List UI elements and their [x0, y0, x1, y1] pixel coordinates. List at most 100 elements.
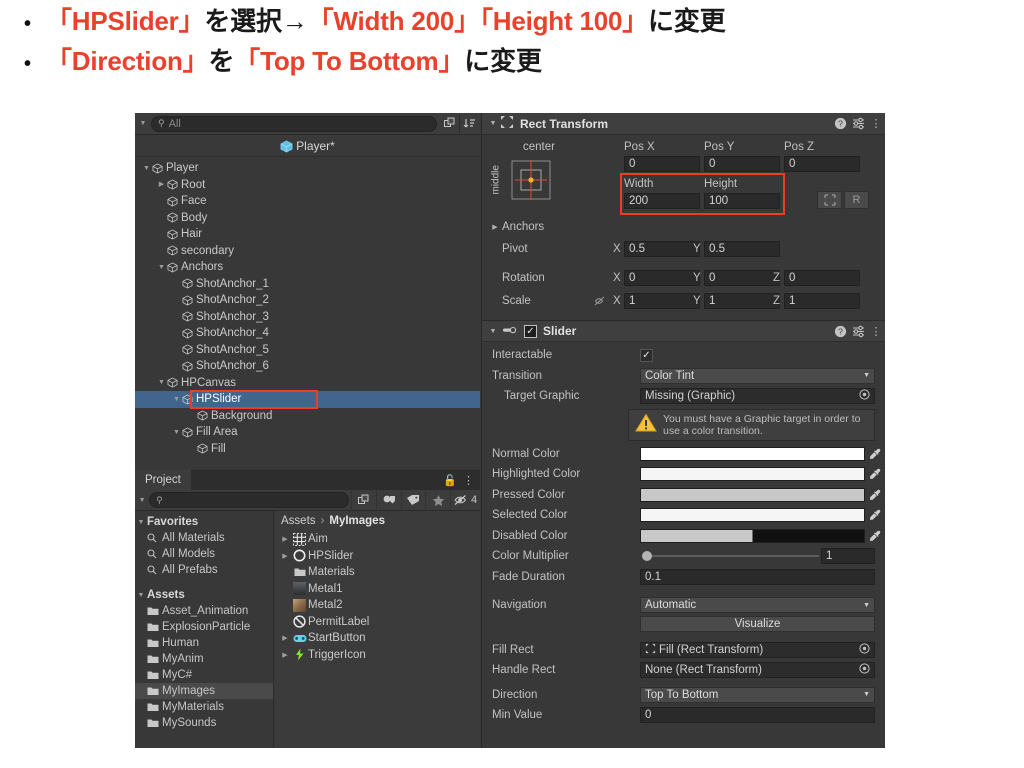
slider-enabled-checkbox[interactable]: ✓: [524, 324, 537, 338]
asset-item-permitlabel[interactable]: PermitLabel: [275, 614, 480, 631]
preset-icon[interactable]: [849, 325, 867, 338]
interactable-checkbox[interactable]: ✓: [640, 348, 653, 362]
asset-item-metal1[interactable]: Metal1: [275, 581, 480, 598]
color-multiplier-value[interactable]: 1: [821, 548, 875, 565]
asset-item-materials[interactable]: Materials: [275, 564, 480, 581]
height-field[interactable]: 100: [704, 193, 780, 209]
hierarchy-item-shotanchor-6[interactable]: ShotAnchor_6: [135, 358, 480, 375]
project-folder-asset-animation[interactable]: Asset_Animation: [135, 603, 273, 619]
hierarchy-item-body[interactable]: Body: [135, 210, 480, 227]
tree-caret-icon[interactable]: ▼: [135, 519, 147, 526]
color-swatch[interactable]: [640, 508, 865, 523]
project-folder-human[interactable]: Human: [135, 635, 273, 651]
object-picker-icon[interactable]: [859, 389, 870, 403]
hierarchy-item-secondary[interactable]: secondary: [135, 243, 480, 260]
assets-header[interactable]: ▼ Assets: [135, 587, 273, 603]
filter-by-type-icon[interactable]: [375, 490, 401, 510]
asset-item-hpslider[interactable]: ▶ HPSlider: [275, 548, 480, 565]
eyedropper-icon[interactable]: [865, 489, 885, 501]
favorite-star-icon[interactable]: [425, 490, 450, 510]
hierarchy-tree[interactable]: ▼ Player ▶ Root Face Body Hair secondary ▼ Anchor…: [135, 157, 480, 469]
tree-caret-icon[interactable]: ▶: [279, 634, 291, 642]
project-folder-mysounds[interactable]: MySounds: [135, 715, 273, 731]
object-picker-icon[interactable]: [859, 663, 870, 677]
lock-icon[interactable]: 🔓: [443, 474, 457, 487]
tree-caret-icon[interactable]: ▼: [171, 396, 182, 403]
pos-y-field[interactable]: 0: [704, 156, 780, 172]
asset-item-aim[interactable]: ▶ Aim: [275, 531, 480, 548]
hierarchy-item-root[interactable]: ▶ Root: [135, 177, 480, 194]
hierarchy-item-anchors[interactable]: ▼ Anchors: [135, 259, 480, 276]
slider-handle[interactable]: [642, 551, 652, 562]
preset-icon[interactable]: [849, 117, 867, 130]
hierarchy-item-fill-area[interactable]: ▼ Fill Area: [135, 424, 480, 441]
rotation-y-field[interactable]: 0: [704, 270, 780, 286]
pivot-x-field[interactable]: 0.5: [624, 241, 700, 257]
color-swatch[interactable]: [640, 528, 865, 543]
anchors-foldout[interactable]: ▶ Anchors: [488, 221, 544, 233]
collapse-caret-icon[interactable]: ▼: [486, 328, 500, 335]
hierarchy-sort-icon[interactable]: [460, 115, 480, 133]
blueprint-mode-button[interactable]: [817, 191, 842, 209]
hierarchy-item-shotanchor-4[interactable]: ShotAnchor_4: [135, 325, 480, 342]
eyedropper-icon[interactable]: [865, 530, 885, 542]
handle-rect-field[interactable]: None (Rect Transform): [640, 662, 875, 679]
asset-item-startbutton[interactable]: ▶ StartButton: [275, 630, 480, 647]
scale-x-field[interactable]: 1: [624, 293, 700, 309]
project-picker-icon[interactable]: [351, 490, 376, 510]
asset-item-metal2[interactable]: Metal2: [275, 597, 480, 614]
color-swatch[interactable]: [640, 467, 865, 482]
rotation-z-field[interactable]: 0: [784, 270, 860, 286]
color-swatch[interactable]: [640, 446, 865, 461]
pivot-y-field[interactable]: 0.5: [704, 241, 780, 257]
project-folder-mymaterials[interactable]: MyMaterials: [135, 699, 273, 715]
hierarchy-item-fill[interactable]: Fill: [135, 441, 480, 458]
navigation-dropdown[interactable]: Automatic ▼: [640, 597, 875, 614]
object-picker-icon[interactable]: [859, 643, 870, 657]
project-folder-explosionparticle[interactable]: ExplosionParticle: [135, 619, 273, 635]
hierarchy-search-input[interactable]: ⚲ All: [151, 115, 437, 132]
scale-z-field[interactable]: 1: [784, 293, 860, 309]
hierarchy-item-face[interactable]: Face: [135, 193, 480, 210]
favorites-header[interactable]: ▼ Favorites: [135, 514, 273, 530]
tree-caret-icon[interactable]: ▶: [279, 535, 291, 543]
anchor-preset-widget[interactable]: [510, 159, 552, 204]
project-folder-myc-[interactable]: MyC#: [135, 667, 273, 683]
project-folder-tree[interactable]: ▼ Favorites All Materials All Models All Pre…: [135, 511, 274, 748]
fill-rect-field[interactable]: Fill (Rect Transform): [640, 641, 875, 658]
direction-dropdown[interactable]: Top To Bottom ▼: [640, 686, 875, 703]
project-search-input[interactable]: ⚲: [149, 492, 350, 508]
min-value-field[interactable]: 0: [640, 707, 875, 724]
pos-z-field[interactable]: 0: [784, 156, 860, 172]
project-asset-list[interactable]: Assets › MyImages ▶ Aim ▶ HPSlider Materials…: [275, 511, 480, 748]
tree-caret-icon[interactable]: ▼: [171, 429, 182, 436]
target-graphic-field[interactable]: Missing (Graphic): [640, 388, 875, 405]
tab-project[interactable]: Project: [135, 470, 191, 490]
project-folder-myanim[interactable]: MyAnim: [135, 651, 273, 667]
breadcrumb-root[interactable]: Assets: [281, 515, 316, 527]
collapse-caret-icon[interactable]: ▼: [486, 120, 500, 127]
slider-component-header[interactable]: ▼ ✓ Slider ? ⋮: [482, 320, 885, 342]
pos-x-field[interactable]: 0: [624, 156, 700, 172]
tree-caret-icon[interactable]: ▼: [141, 165, 152, 172]
hierarchy-item-shotanchor-3[interactable]: ShotAnchor_3: [135, 309, 480, 326]
anchors-caret-icon[interactable]: ▶: [488, 223, 502, 231]
asset-item-triggericon[interactable]: ▶ TriggerIcon: [275, 647, 480, 664]
project-kebab-menu-icon[interactable]: ⋮: [463, 474, 474, 487]
project-menu-caret-icon[interactable]: ▼: [135, 497, 149, 504]
eyedropper-icon[interactable]: [865, 448, 885, 460]
rotation-x-field[interactable]: 0: [624, 270, 700, 286]
fade-duration-field[interactable]: 0.1: [640, 568, 875, 585]
tree-caret-icon[interactable]: ▼: [135, 592, 147, 599]
scale-y-field[interactable]: 1: [704, 293, 780, 309]
hierarchy-item-shotanchor-5[interactable]: ShotAnchor_5: [135, 342, 480, 359]
tree-caret-icon[interactable]: ▼: [156, 379, 167, 386]
transition-dropdown[interactable]: Color Tint ▼: [640, 367, 875, 384]
project-folder-myimages[interactable]: MyImages: [135, 683, 273, 699]
hierarchy-item-hpcanvas[interactable]: ▼ HPCanvas: [135, 375, 480, 392]
width-field[interactable]: 200: [624, 193, 700, 209]
hierarchy-item-background[interactable]: Background: [135, 408, 480, 425]
hierarchy-item-hpslider[interactable]: ▼ HPSlider: [135, 391, 480, 408]
color-swatch[interactable]: [640, 487, 865, 502]
tree-caret-icon[interactable]: ▶: [279, 552, 291, 560]
